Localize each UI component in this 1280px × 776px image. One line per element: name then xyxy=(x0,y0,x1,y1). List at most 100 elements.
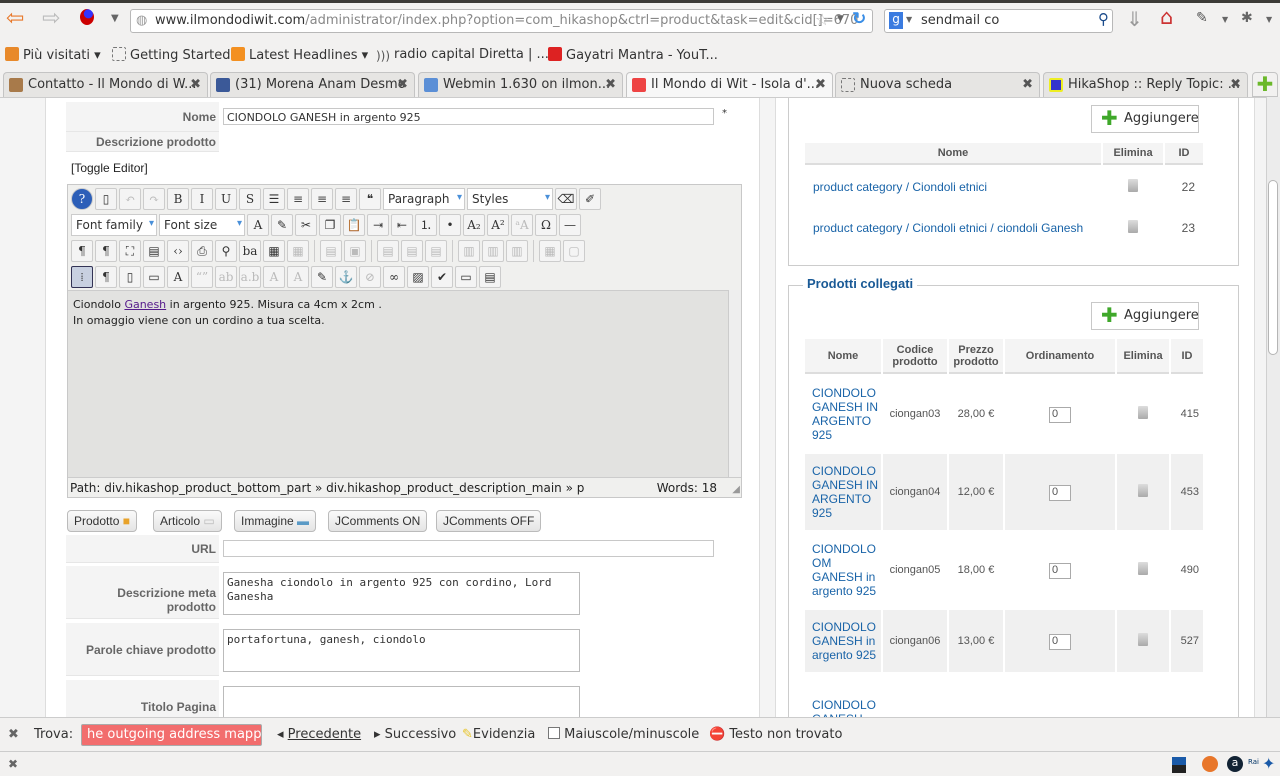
cite-icon[interactable]: “” xyxy=(191,266,213,288)
unordered-list-icon[interactable]: • xyxy=(439,214,461,236)
align-left-icon[interactable]: ≡ xyxy=(311,188,333,210)
font-size-select[interactable]: Font size xyxy=(159,214,245,236)
readmore-icon[interactable]: ▤ xyxy=(479,266,501,288)
tab-hikashop[interactable]: HikaShop :: Reply Topic: ... ✖ xyxy=(1043,72,1248,98)
meta-description-textarea[interactable]: Ganesha ciondolo in argento 925 con cord… xyxy=(223,572,580,615)
bookmark-star-icon[interactable]: ☆ xyxy=(815,10,829,29)
align-center-icon[interactable]: ≡ xyxy=(287,188,309,210)
justify-full-icon[interactable]: ☰ xyxy=(263,188,285,210)
url-bar[interactable]: ◍ www.ilmondodiwit.com/administrator/inde… xyxy=(130,9,873,33)
anchor-icon[interactable]: ⚓ xyxy=(335,266,357,288)
tab-contatto[interactable]: Contatto - Il Mondo di W... ✖ xyxy=(3,72,208,98)
download-icon[interactable]: ⇓ xyxy=(1126,7,1143,31)
toggle-editor-link[interactable]: [Toggle Editor] xyxy=(71,161,148,175)
close-tab-icon[interactable]: ✖ xyxy=(190,77,201,92)
highlight-all-button[interactable]: ✎Evidenzia xyxy=(462,727,535,742)
redo-icon[interactable]: ↷ xyxy=(143,188,165,210)
search-bar[interactable]: g ▼ sendmail co ⚲ xyxy=(884,9,1113,33)
ordering-input[interactable]: 0 xyxy=(1049,406,1071,423)
image-icon[interactable]: ▨ xyxy=(407,266,429,288)
search-engine-dropdown[interactable]: ▼ xyxy=(906,15,912,24)
table-icon[interactable]: ▦ xyxy=(263,240,285,262)
attributes-icon[interactable]: ✎ xyxy=(311,266,333,288)
product-name-link[interactable]: CIONDOLO GANESH in argento 925 xyxy=(805,610,881,672)
eraser-icon[interactable]: ⌫ xyxy=(555,188,577,210)
bookmark-piu-visitati[interactable]: Più visitati ▾ xyxy=(5,47,101,63)
delete-category-button[interactable] xyxy=(1103,167,1163,206)
close-tab-icon[interactable]: ✖ xyxy=(815,77,826,92)
tab-nuova-scheda[interactable]: Nuova scheda ✖ xyxy=(835,72,1040,98)
subscript-icon[interactable]: A₂ xyxy=(463,214,485,236)
row-props-icon[interactable]: ▤ xyxy=(320,240,342,262)
template-icon[interactable]: ▯ xyxy=(119,266,141,288)
find-input[interactable]: he outgoing address mappin xyxy=(81,724,262,746)
delete-related-button[interactable] xyxy=(1117,532,1169,608)
bold-icon[interactable]: B xyxy=(167,188,189,210)
product-name-link[interactable]: CIONDOLO GANESH IN ARGENTO 925 xyxy=(805,454,881,530)
close-tab-icon[interactable]: ✖ xyxy=(1022,77,1033,92)
link-icon[interactable]: ∞ xyxy=(383,266,405,288)
addon-icon[interactable] xyxy=(1172,757,1186,773)
home-icon[interactable]: ⌂ xyxy=(1160,5,1173,29)
superscript-icon[interactable]: A² xyxy=(487,214,509,236)
omega-icon[interactable]: Ω xyxy=(535,214,557,236)
merge-cells-icon[interactable]: ▢ xyxy=(563,240,585,262)
addon2-dropdown[interactable]: ▼ xyxy=(1266,15,1272,24)
insert-col-before-icon[interactable]: ▥ xyxy=(458,240,480,262)
unlink-icon[interactable]: ⊘ xyxy=(359,266,381,288)
paste-icon[interactable]: 📋 xyxy=(343,214,365,236)
product-name-link[interactable]: CIONDOLO GANESH xyxy=(805,674,881,717)
copy-icon[interactable]: ❐ xyxy=(319,214,341,236)
preview-icon[interactable]: ▤ xyxy=(143,240,165,262)
bookmark-gayatri-mantra[interactable]: Gayatri Mantra - YouT... xyxy=(548,47,718,63)
print-icon[interactable]: ⎙ xyxy=(191,240,213,262)
cut-icon[interactable]: ✂ xyxy=(295,214,317,236)
firefox-icon[interactable] xyxy=(1202,756,1218,772)
paragraph-format-select[interactable]: Paragraph xyxy=(383,188,465,210)
bug-icon[interactable]: ✱ xyxy=(1241,10,1253,26)
url-input[interactable] xyxy=(223,540,714,557)
match-case-checkbox[interactable]: Maiuscole/minuscole xyxy=(548,727,699,742)
delete-related-button[interactable] xyxy=(1117,376,1169,452)
close-tab-icon[interactable]: ✖ xyxy=(397,77,408,92)
spellcheck-icon[interactable]: ✔ xyxy=(431,266,453,288)
category-name-link[interactable]: product category / Ciondoli etnici / cio… xyxy=(805,208,1101,247)
delete-table-icon[interactable]: ▦ xyxy=(287,240,309,262)
fullscreen-icon[interactable]: ⛶ xyxy=(119,240,141,262)
bookmark-getting-started[interactable]: Getting Started xyxy=(112,47,231,63)
indent-icon[interactable]: ⇥ xyxy=(367,214,389,236)
cleanup-brush-icon[interactable]: ✐ xyxy=(579,188,601,210)
close-find-bar-icon[interactable]: ✖ xyxy=(8,727,19,742)
char-map-dis-icon[interactable]: ᵃA xyxy=(511,214,533,236)
align-right-icon[interactable]: ≡ xyxy=(335,188,357,210)
help-icon[interactable]: ? xyxy=(71,188,93,210)
add-related-product-button[interactable]: ✚ Aggiungere xyxy=(1091,302,1199,330)
product-name-link[interactable]: CIONDOLO GANESH IN ARGENTO 925 xyxy=(805,376,881,452)
italic-icon[interactable]: I xyxy=(191,188,213,210)
highlight-color-icon[interactable]: ✎ xyxy=(271,214,293,236)
del-icon[interactable]: A xyxy=(263,266,285,288)
ltr-icon[interactable]: ¶ xyxy=(71,240,93,262)
history-dropdown[interactable]: ▼ xyxy=(111,13,119,24)
jcomments-on-button[interactable]: JComments ON xyxy=(328,510,428,532)
close-tab-icon[interactable]: ✖ xyxy=(1230,77,1241,92)
delete-related-button[interactable] xyxy=(1117,674,1169,717)
bookmark-radio-capital[interactable]: ))) radio capital Diretta | ... xyxy=(376,47,549,63)
history-icon[interactable] xyxy=(80,9,94,25)
bookmark-latest-headlines[interactable]: Latest Headlines ▾ xyxy=(231,47,368,63)
ordered-list-icon[interactable]: ⒈ xyxy=(415,214,437,236)
styles-select[interactable]: Styles xyxy=(467,188,553,210)
cell-props-icon[interactable]: ▣ xyxy=(344,240,366,262)
close-tab-icon[interactable]: ✖ xyxy=(605,77,616,92)
ordering-input[interactable]: 0 xyxy=(1049,484,1071,501)
underline-icon[interactable]: U xyxy=(215,188,237,210)
rai-icon[interactable]: Rai xyxy=(1248,758,1259,766)
outdent-icon[interactable]: ⇤ xyxy=(391,214,413,236)
url-dropdown[interactable]: ▼ xyxy=(837,14,844,24)
layer-icon[interactable]: ▭ xyxy=(143,266,165,288)
insert-row-after-icon[interactable]: ▤ xyxy=(401,240,423,262)
star-addon-icon[interactable]: ✦ xyxy=(1262,754,1275,773)
page-title-textarea[interactable] xyxy=(223,686,580,717)
pagebreak-icon[interactable]: ▭ xyxy=(455,266,477,288)
google-icon[interactable]: g xyxy=(889,12,903,29)
